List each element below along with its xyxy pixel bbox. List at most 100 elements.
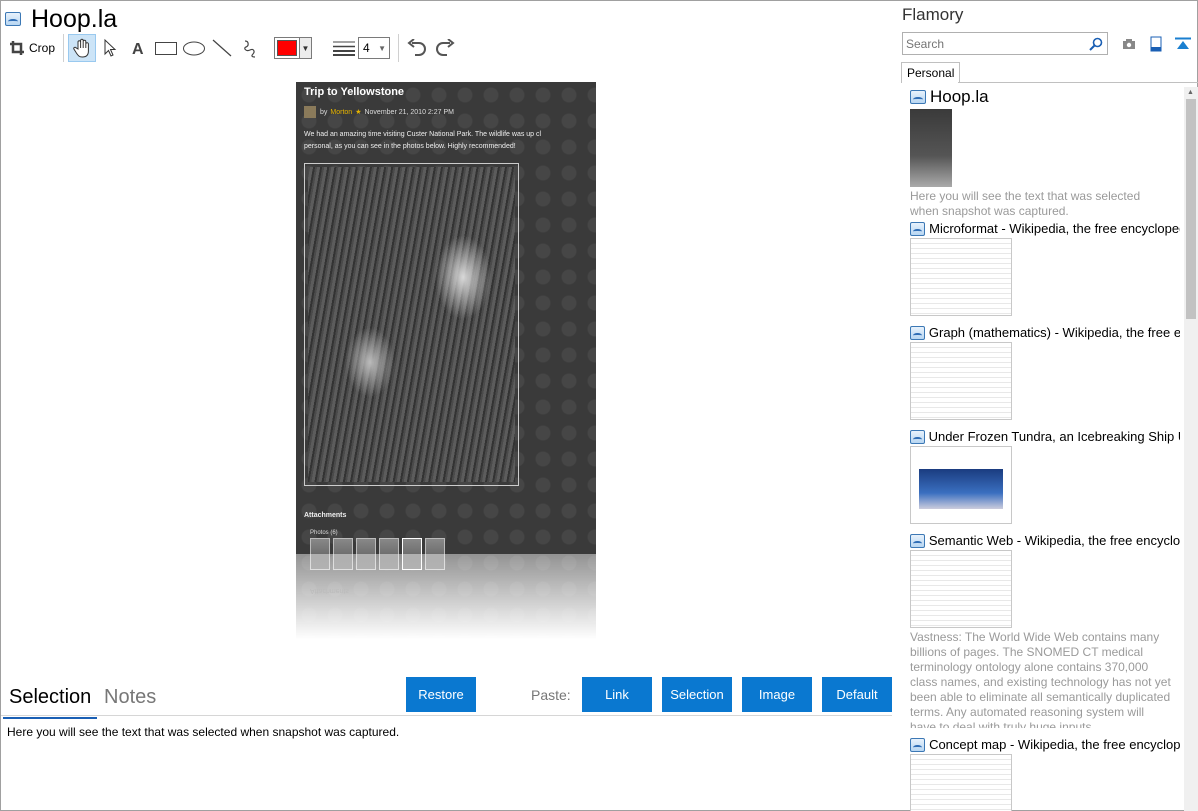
ellipse-tool-button[interactable] <box>180 34 208 62</box>
list-item-header: Concept map - Wikipedia, the free encycl… <box>910 737 1180 752</box>
search-icon[interactable] <box>1089 37 1103 51</box>
camera-icon[interactable] <box>1120 35 1138 53</box>
chevron-down-icon: ▼ <box>378 43 387 53</box>
snapshot-list: Hoop.la Here you will see the text that … <box>898 87 1182 811</box>
snapshot-thumbnail <box>910 109 952 187</box>
scroll-thumb[interactable] <box>1186 99 1196 319</box>
rectangle-icon <box>155 42 178 55</box>
post-by: by <box>320 108 328 116</box>
search-input[interactable] <box>903 36 1083 51</box>
paste-selection-button[interactable]: Selection <box>662 677 732 712</box>
crop-button[interactable]: Crop <box>5 34 59 62</box>
list-item-title: Semantic Web - Wikipedia, the free encyc… <box>928 533 1180 548</box>
post-photo <box>304 163 519 486</box>
snapshot-thumbnail <box>910 238 1012 316</box>
freehand-icon <box>244 40 256 58</box>
document-title: Hoop.la <box>31 5 118 33</box>
flamory-window: Hoop.la Crop A ▼ 4 ▼ Trip to Yellowstone… <box>0 0 1198 811</box>
tab-notes[interactable]: Notes <box>98 684 162 710</box>
snapshot-preview[interactable]: Trip to Yellowstone by Morton ★ November… <box>296 82 596 649</box>
list-item-header: Semantic Web - Wikipedia, the free encyc… <box>910 533 1180 548</box>
list-item[interactable]: Hoop.la Here you will see the text that … <box>910 87 1180 219</box>
scroll-up-icon[interactable]: ▲ <box>1187 89 1194 96</box>
post-meta: by Morton ★ November 21, 2010 2:27 PM <box>304 106 454 118</box>
paste-link-button[interactable]: Link <box>582 677 652 712</box>
redo-icon <box>436 39 455 56</box>
pointer-icon <box>104 38 117 57</box>
list-item-header: Under Frozen Tundra, an Icebreaking Ship… <box>910 429 1180 444</box>
hand-tool-button[interactable] <box>68 34 97 62</box>
page-icon <box>910 221 926 236</box>
text-icon: A <box>132 41 144 57</box>
list-item-desc: Vastness: The World Wide Web contains ma… <box>910 630 1171 728</box>
attachments-reflection: Attachments <box>310 587 349 594</box>
list-item-desc: Here you will see the text that was sele… <box>910 189 1141 218</box>
line-icon <box>212 39 232 57</box>
list-item-title: Hoop.la <box>930 87 989 106</box>
page-icon <box>910 737 926 752</box>
paste-default-button[interactable]: Default <box>822 677 892 712</box>
rectangle-tool-button[interactable] <box>152 34 180 62</box>
svg-text:A: A <box>132 41 144 57</box>
post-date: November 21, 2010 2:27 PM <box>364 108 454 116</box>
list-item[interactable]: Graph (mathematics) - Wikipedia, the fre… <box>910 325 1180 420</box>
collapse-icon[interactable] <box>1174 35 1192 53</box>
search-box <box>902 32 1108 55</box>
list-item[interactable]: Microformat - Wikipedia, the free encycl… <box>910 221 1180 316</box>
page-icon <box>5 12 21 26</box>
selection-text[interactable]: Here you will see the text that was sele… <box>7 725 399 739</box>
editor-pane: Hoop.la Crop A ▼ 4 ▼ Trip to Yellowstone… <box>1 1 898 811</box>
title-row: Hoop.la <box>5 5 117 33</box>
paste-image-button[interactable]: Image <box>742 677 812 712</box>
list-item-title: Microformat - Wikipedia, the free encycl… <box>929 221 1180 236</box>
crop-icon <box>10 41 24 55</box>
line-tool-button[interactable] <box>208 34 236 62</box>
list-item-title: Concept map - Wikipedia, the free encycl… <box>929 737 1180 752</box>
toolbar-divider <box>63 34 65 62</box>
color-picker[interactable]: ▼ <box>274 37 313 59</box>
sidebar: Flamory Personal Hoop.la <box>898 1 1198 811</box>
pointer-tool-button[interactable] <box>96 34 124 62</box>
page-icon <box>910 533 925 548</box>
crop-label: Crop <box>29 41 56 55</box>
list-item-header: Graph (mathematics) - Wikipedia, the fre… <box>910 325 1180 340</box>
text-tool-button[interactable]: A <box>124 34 152 62</box>
page-icon <box>910 429 925 444</box>
paste-label: Paste: <box>531 687 571 703</box>
post-body: We had an amazing time visiting Custer N… <box>304 131 542 150</box>
restore-button[interactable]: Restore <box>406 677 476 712</box>
line-width-value: 4 <box>363 41 370 55</box>
app-name: Flamory <box>902 5 964 24</box>
page-icon <box>910 90 926 104</box>
tab-selection[interactable]: Selection <box>3 684 98 719</box>
list-item[interactable]: Under Frozen Tundra, an Icebreaking Ship… <box>910 429 1180 524</box>
snapshot-thumbnail <box>910 446 1012 524</box>
scrollbar[interactable]: ▲ <box>1184 87 1198 811</box>
freehand-tool-button[interactable] <box>236 34 264 62</box>
ellipse-icon <box>183 41 206 56</box>
photos-label: Photos (6) <box>310 530 338 536</box>
snapshot-thumbnail <box>910 754 1012 811</box>
list-item-header: Microformat - Wikipedia, the free encycl… <box>910 221 1180 236</box>
undo-icon <box>407 39 427 56</box>
color-swatch <box>277 40 298 56</box>
undo-button[interactable] <box>403 34 431 62</box>
redo-button[interactable] <box>431 34 459 62</box>
line-width-select[interactable]: 4 ▼ <box>358 37 391 59</box>
list-item[interactable]: Concept map - Wikipedia, the free encycl… <box>910 737 1180 811</box>
star-icon: ★ <box>355 109 362 116</box>
preview-fade <box>296 554 596 649</box>
post-author: Morton <box>330 108 353 116</box>
list-item[interactable]: Semantic Web - Wikipedia, the free encyc… <box>910 533 1180 728</box>
line-width-icon <box>330 34 358 62</box>
document-icon[interactable] <box>1147 35 1165 53</box>
tab-divider <box>958 82 1198 83</box>
post-title: Trip to Yellowstone <box>304 86 405 98</box>
attachments-heading: Attachments <box>304 512 347 519</box>
hand-icon <box>73 38 89 58</box>
tab-personal[interactable]: Personal <box>901 62 961 83</box>
snapshot-thumbnail <box>910 550 1012 628</box>
list-item-title: Under Frozen Tundra, an Icebreaking Ship… <box>928 429 1180 444</box>
page-icon <box>910 325 925 340</box>
list-item-title: Graph (mathematics) - Wikipedia, the fre… <box>928 325 1180 340</box>
